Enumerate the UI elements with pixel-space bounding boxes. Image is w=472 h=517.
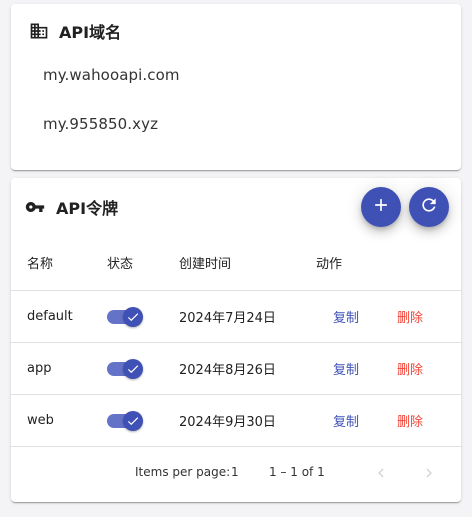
check-icon	[127, 312, 139, 321]
api-token-title-text: API令牌	[56, 199, 119, 218]
refresh-button[interactable]	[409, 187, 449, 227]
copy-button[interactable]: 复制	[333, 395, 359, 446]
api-token-title: API令牌	[23, 196, 118, 218]
chevron-left-icon	[378, 468, 384, 478]
delete-button[interactable]: 删除	[397, 343, 423, 394]
toggle-thumb	[123, 358, 143, 379]
token-table: 名称 状态 创建时间 动作 default 2024年7月24日 复制 删除 a…	[11, 235, 461, 447]
chevron-right-icon	[426, 468, 432, 478]
check-icon	[127, 364, 139, 373]
status-toggle[interactable]	[107, 358, 143, 379]
delete-button[interactable]: 删除	[397, 395, 423, 446]
api-domain-title: API域名	[28, 20, 121, 42]
status-cell	[107, 395, 143, 446]
toggle-thumb	[123, 306, 143, 327]
next-page-button[interactable]	[417, 461, 441, 485]
check-icon	[127, 416, 139, 425]
table-row: default 2024年7月24日 复制 删除	[11, 291, 461, 343]
copy-button[interactable]: 复制	[333, 291, 359, 342]
domain-item: my.955850.xyz	[43, 115, 159, 133]
column-header-created: 创建时间	[179, 257, 232, 272]
api-domain-title-text: API域名	[59, 23, 122, 42]
token-name: app	[27, 361, 52, 376]
table-row: web 2024年9月30日 复制 删除	[11, 395, 461, 447]
token-name: web	[27, 413, 54, 428]
items-per-page-label: Items per page:	[135, 465, 231, 479]
previous-page-button[interactable]	[369, 461, 393, 485]
key-icon	[23, 197, 47, 217]
status-cell	[107, 343, 143, 394]
add-token-button[interactable]	[361, 187, 401, 227]
page-size-select[interactable]: 1	[231, 465, 239, 479]
refresh-icon	[419, 195, 439, 219]
api-domain-card: API域名 my.wahooapi.com my.955850.xyz	[11, 4, 461, 170]
table-header-row: 名称 状态 创建时间 动作	[11, 235, 461, 291]
token-created: 2024年7月24日	[179, 311, 276, 326]
copy-button[interactable]: 复制	[333, 343, 359, 394]
column-header-name: 名称	[27, 257, 54, 272]
paginator: Items per page: 1 1 – 1 of 1	[11, 461, 461, 485]
column-header-status: 状态	[107, 257, 134, 272]
domain-item: my.wahooapi.com	[43, 66, 180, 84]
building-icon	[28, 21, 50, 41]
token-name: default	[27, 309, 73, 324]
plus-icon	[371, 195, 391, 219]
page-range-label: 1 – 1 of 1	[269, 465, 325, 479]
table-row: app 2024年8月26日 复制 删除	[11, 343, 461, 395]
column-header-action: 动作	[316, 257, 343, 272]
status-toggle[interactable]	[107, 410, 143, 431]
token-created: 2024年9月30日	[179, 415, 276, 430]
status-cell	[107, 291, 143, 342]
toggle-thumb	[123, 410, 143, 431]
status-toggle[interactable]	[107, 306, 143, 327]
delete-button[interactable]: 删除	[397, 291, 423, 342]
api-token-card: API令牌 名称 状态 创建时间 动作 default 2024年7月24日 复…	[11, 178, 461, 502]
token-created: 2024年8月26日	[179, 363, 276, 378]
